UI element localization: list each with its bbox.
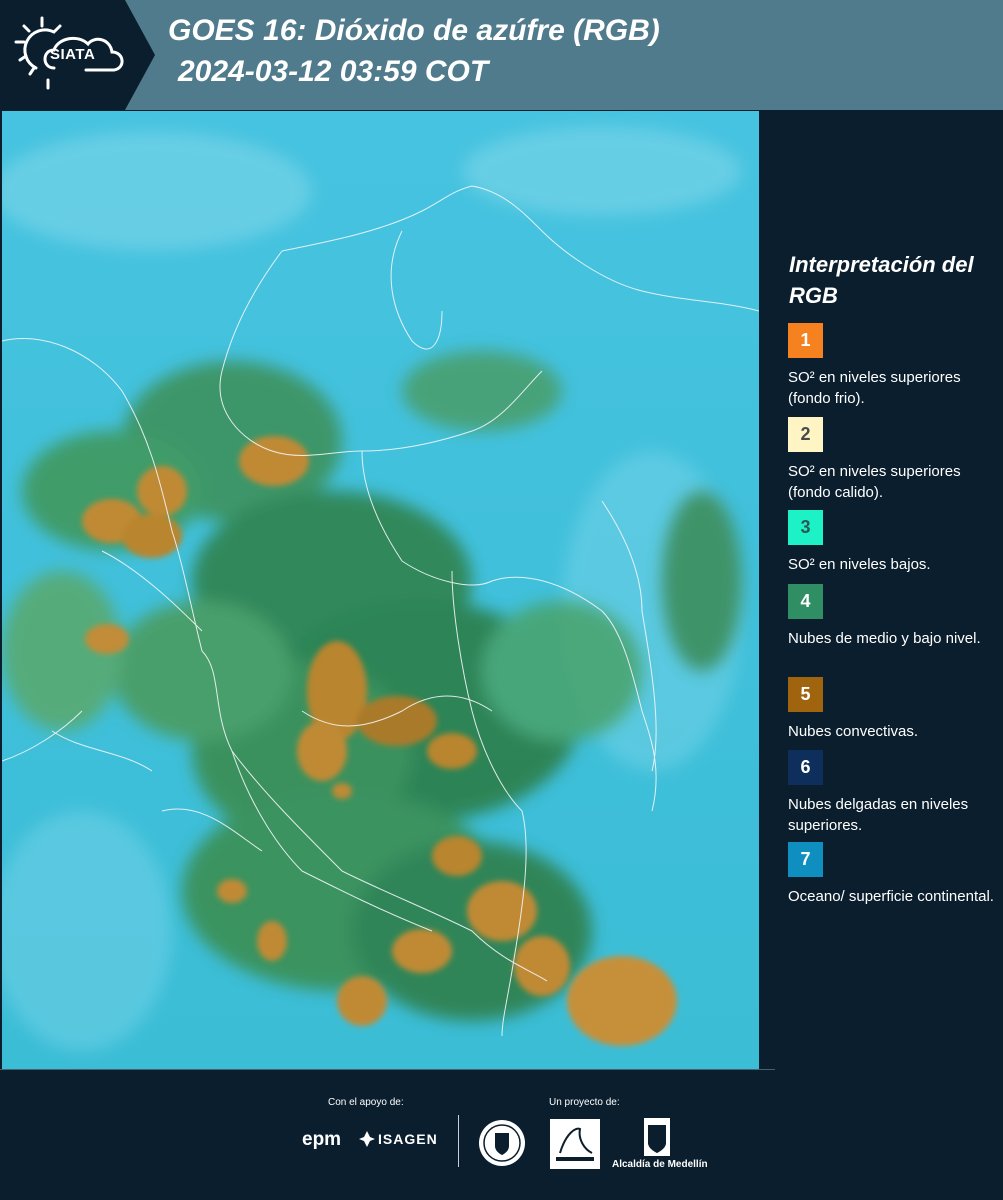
footer: Con el apoyo de: Un proyecto de: epm ISA… (0, 1069, 1003, 1200)
legend-swatch-4: 4 (788, 584, 823, 619)
isagen-mark-icon (359, 1131, 375, 1147)
medellin-seal-icon (479, 1120, 525, 1166)
page-title: GOES 16: Dióxido de azúfre (RGB) (168, 14, 660, 47)
satellite-rgb-map (2, 111, 759, 1069)
legend-item-6: 6 Nubes delgadas en niveles superiores. (788, 750, 998, 836)
legend-desc-4: Nubes de medio y bajo nivel. (788, 630, 981, 647)
legend-desc-2: SO² en niveles superiores (fondo calido)… (788, 463, 961, 501)
isagen-logo: ISAGEN (378, 1131, 438, 1147)
legend-title: Interpretación del RGB (789, 252, 974, 308)
area-metropolitana-logo-icon (550, 1119, 600, 1169)
satellite-map (2, 111, 759, 1069)
legend-swatch-3: 3 (788, 510, 823, 545)
legend-desc-7: Oceano/ superficie continental. (788, 888, 994, 905)
legend-item-4: 4 Nubes de medio y bajo nivel. (788, 584, 998, 649)
support-label: Con el apoyo de: (328, 1097, 404, 1108)
alcaldia-logo-text: Alcaldía de Medellín (612, 1159, 708, 1170)
footer-divider (0, 1069, 775, 1070)
legend-swatch-1: 1 (788, 323, 823, 358)
legend-desc-5: Nubes convectivas. (788, 723, 919, 740)
legend-desc-1: SO² en niveles superiores (fondo frio). (788, 369, 961, 407)
legend-item-2: 2 SO² en niveles superiores (fondo calid… (788, 417, 998, 503)
alcaldia-shield-icon (644, 1118, 670, 1156)
legend-item-3: 3 SO² en niveles bajos. (788, 510, 998, 575)
page-timestamp: 2024-03-12 03:59 COT (178, 55, 489, 88)
legend-panel: Interpretación del RGB 1 SO² en niveles … (760, 111, 1003, 1069)
siata-logo-text: SIATA (50, 46, 96, 63)
project-label: Un proyecto de: (549, 1097, 620, 1108)
legend-swatch-6: 6 (788, 750, 823, 785)
legend-swatch-7: 7 (788, 842, 823, 877)
epm-logo: epm (302, 1129, 342, 1150)
legend-item-5: 5 Nubes convectivas. (788, 677, 998, 742)
header-bar: SIATA GOES 16: Dióxido de azúfre (RGB) 2… (0, 0, 1003, 110)
legend-swatch-2: 2 (788, 417, 823, 452)
legend-item-1: 1 SO² en niveles superiores (fondo frio)… (788, 323, 998, 409)
legend-swatch-5: 5 (788, 677, 823, 712)
legend-desc-6: Nubes delgadas en niveles superiores. (788, 796, 969, 834)
legend-item-7: 7 Oceano/ superficie continental. (788, 842, 998, 907)
footer-separator (458, 1115, 459, 1167)
legend-desc-3: SO² en niveles bajos. (788, 556, 931, 573)
